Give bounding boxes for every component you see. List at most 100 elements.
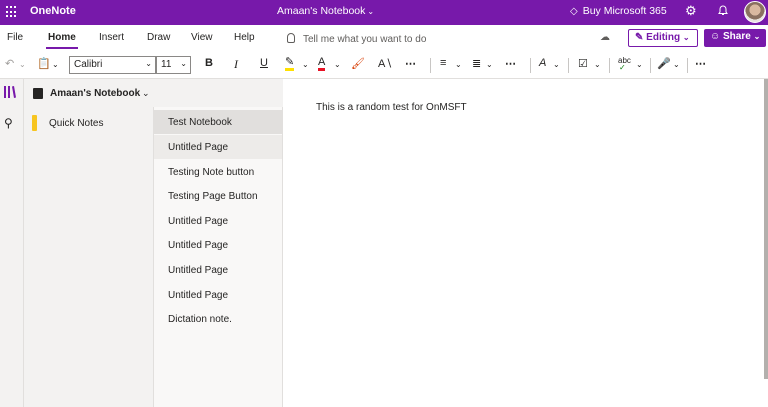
format-painter-icon[interactable]: 🖌 xyxy=(351,57,365,70)
chevron-down-icon: ⌄ xyxy=(367,7,375,16)
spelling-chevron-icon[interactable]: ⌄ xyxy=(636,60,643,69)
toolbar-divider xyxy=(568,58,569,73)
page-item[interactable]: Testing Page Button xyxy=(154,184,282,208)
cloud-sync-icon[interactable]: ☁ xyxy=(600,32,610,43)
pencil-icon: ✎ xyxy=(635,32,644,43)
page-item[interactable]: Untitled Page xyxy=(154,135,282,159)
highlight-icon[interactable]: ✎ xyxy=(285,57,295,71)
ribbon-tabs: File Home Insert Draw View Help Tell me … xyxy=(0,25,768,52)
notebook-selector[interactable]: Amaan's Notebook ⌄ xyxy=(24,79,283,107)
buy-microsoft-365-button[interactable]: ◇ Buy Microsoft 365 xyxy=(570,5,667,17)
lightbulb-icon xyxy=(287,33,295,43)
undo-chevron-icon[interactable]: ⌄ xyxy=(19,60,26,69)
tag-chevron-icon[interactable]: ⌄ xyxy=(594,60,601,69)
tab-draw[interactable]: Draw xyxy=(147,32,170,43)
underline-button[interactable]: U xyxy=(260,57,268,69)
section-quick-notes[interactable]: Quick Notes xyxy=(24,110,153,136)
share-user-icon: ☺ xyxy=(710,31,721,42)
note-text[interactable]: This is a random test for OnMSFT xyxy=(316,102,467,113)
font-color-chevron-icon[interactable]: ⌄ xyxy=(334,60,341,69)
page-item[interactable]: Untitled Page xyxy=(154,233,282,257)
font-size-value: 11 xyxy=(161,59,172,70)
more-options-icon[interactable]: ⋯ xyxy=(405,57,416,70)
toolbar-divider xyxy=(650,58,651,73)
notebook-name: Amaan's Notebook xyxy=(50,88,141,99)
tab-help[interactable]: Help xyxy=(234,32,255,43)
page-item[interactable]: Testing Note button xyxy=(154,160,282,184)
checkmark-icon: ✓ xyxy=(619,63,626,72)
toolbar-divider xyxy=(687,58,688,73)
undo-icon[interactable]: ↶ xyxy=(5,57,14,70)
page-label: Testing Note button xyxy=(168,167,255,178)
navigation-rail: ⚲ xyxy=(0,79,24,407)
clear-formatting-icon[interactable]: A∖ xyxy=(378,57,392,70)
tab-insert[interactable]: Insert xyxy=(99,32,124,43)
more-options-icon[interactable]: ⋯ xyxy=(505,57,516,70)
italic-button[interactable]: I xyxy=(234,57,238,72)
editing-mode-button[interactable]: ✎ Editing ⌄ xyxy=(628,29,698,47)
font-size-select[interactable]: 11 ⌄ xyxy=(156,56,191,74)
numbered-list-chevron-icon[interactable]: ⌄ xyxy=(486,60,493,69)
page-item[interactable]: Untitled Page xyxy=(154,258,282,282)
font-name-value: Calibri xyxy=(74,59,103,70)
notebooks-library-icon[interactable] xyxy=(3,85,17,99)
search-icon[interactable]: ⚲ xyxy=(4,116,13,130)
notebook-title-label: Amaan's Notebook xyxy=(277,5,366,17)
font-name-select[interactable]: Calibri ⌄ xyxy=(69,56,156,74)
notebook-title-menu[interactable]: Amaan's Notebook ⌄ xyxy=(277,5,374,17)
styles-button[interactable]: A xyxy=(539,57,546,69)
app-name[interactable]: OneNote xyxy=(30,5,76,17)
tab-home[interactable]: Home xyxy=(46,32,78,49)
share-label: Share xyxy=(723,31,751,42)
vertical-scrollbar[interactable] xyxy=(764,79,768,407)
note-canvas[interactable]: This is a random test for OnMSFT xyxy=(283,79,768,407)
clipboard-icon[interactable]: 📋 xyxy=(37,57,51,70)
page-item[interactable]: Test Notebook xyxy=(154,110,282,134)
section-color-tab xyxy=(32,115,37,131)
more-options-icon[interactable]: ⋯ xyxy=(695,57,706,70)
page-label: Untitled Page xyxy=(168,142,229,153)
bullet-list-chevron-icon[interactable]: ⌄ xyxy=(455,60,462,69)
diamond-icon: ◇ xyxy=(570,6,578,17)
buy-label: Buy Microsoft 365 xyxy=(582,5,667,17)
avatar[interactable] xyxy=(744,1,766,23)
tab-file[interactable]: File xyxy=(7,32,23,43)
styles-chevron-icon[interactable]: ⌄ xyxy=(553,60,560,69)
sections-pane: Quick Notes xyxy=(24,107,154,407)
bold-button[interactable]: B xyxy=(205,57,213,69)
page-label: Untitled Page xyxy=(168,240,229,251)
app-launcher-icon[interactable] xyxy=(6,6,18,18)
tab-view[interactable]: View xyxy=(191,32,213,43)
page-item[interactable]: Dictation note. xyxy=(154,307,282,331)
editing-label: Editing xyxy=(646,32,681,43)
page-label: Untitled Page xyxy=(168,265,229,276)
bullet-list-icon[interactable]: ≡ xyxy=(440,57,446,69)
chevron-down-icon: ⌄ xyxy=(142,88,150,98)
dictate-microphone-icon[interactable]: 🎤 xyxy=(657,57,671,70)
notebook-icon xyxy=(33,88,43,99)
notifications-bell-icon[interactable] xyxy=(718,4,728,16)
page-item[interactable]: Untitled Page xyxy=(154,283,282,307)
section-label: Quick Notes xyxy=(49,118,104,129)
chevron-down-icon: ⌄ xyxy=(145,59,152,68)
chevron-down-icon: ⌄ xyxy=(753,32,761,41)
tag-checkbox-icon[interactable]: ☑ xyxy=(578,57,588,70)
page-item[interactable]: Untitled Page xyxy=(154,209,282,233)
share-button[interactable]: ☺ Share ⌄ xyxy=(704,29,766,47)
title-bar: OneNote Amaan's Notebook ⌄ ◇ Buy Microsoft… xyxy=(0,0,768,25)
toolbar-divider xyxy=(530,58,531,73)
pages-pane: Test Notebook Untitled Page Testing Note… xyxy=(154,107,283,407)
tell-me-search[interactable]: Tell me what you want to do xyxy=(287,33,426,45)
page-label: Test Notebook xyxy=(168,117,232,128)
scrollbar-thumb[interactable] xyxy=(764,79,768,379)
dictate-chevron-icon[interactable]: ⌄ xyxy=(673,60,680,69)
chevron-down-icon: ⌄ xyxy=(180,59,187,68)
toolbar-divider xyxy=(430,58,431,73)
settings-gear-icon[interactable]: ⚙ xyxy=(685,3,697,19)
clipboard-chevron-icon[interactable]: ⌄ xyxy=(52,60,59,69)
numbered-list-icon[interactable]: ≣ xyxy=(472,57,481,70)
page-label: Untitled Page xyxy=(168,290,229,301)
tell-me-placeholder: Tell me what you want to do xyxy=(303,34,427,45)
highlight-chevron-icon[interactable]: ⌄ xyxy=(302,60,309,69)
font-color-button[interactable]: A xyxy=(318,57,326,71)
